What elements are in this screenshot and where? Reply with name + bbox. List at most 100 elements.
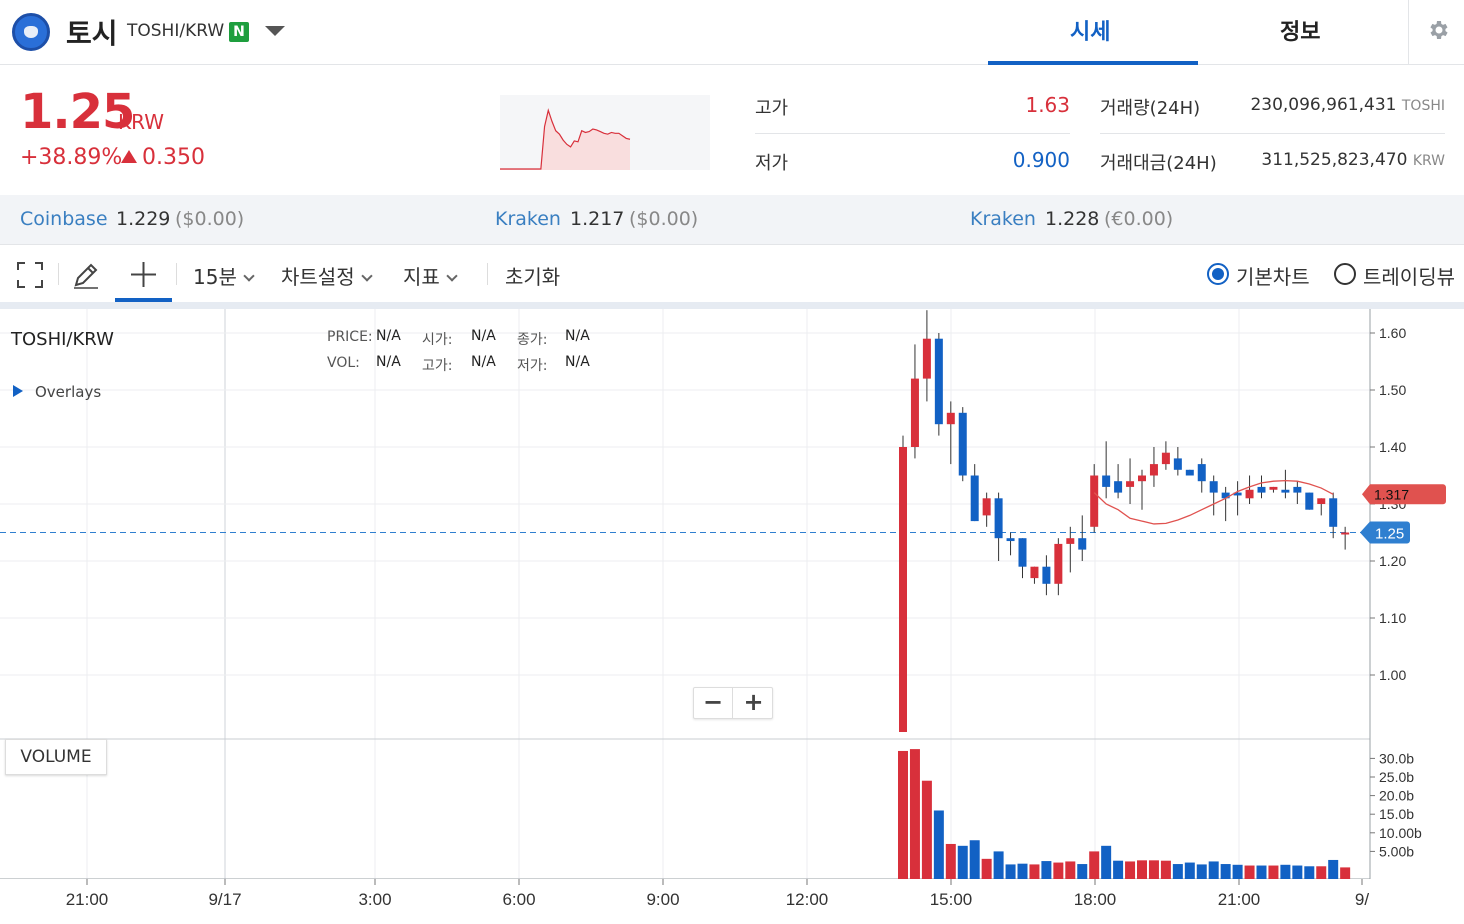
indicators-dropdown[interactable]: 지표	[403, 261, 458, 290]
time-tick-label: 15:00	[930, 890, 973, 909]
volume-bar	[1089, 851, 1100, 879]
volume-tick-label: 15.0b	[1379, 806, 1414, 822]
coin-dropdown-icon[interactable]	[265, 26, 285, 36]
exchange-name[interactable]: Kraken	[970, 208, 1036, 230]
mini-area	[500, 110, 630, 170]
time-tick-label: 6:00	[502, 890, 535, 909]
volume-bar	[945, 843, 956, 879]
volume-label: 거래량(24H)	[1100, 98, 1201, 119]
reset-button[interactable]: 초기화	[505, 261, 560, 290]
exchange-name[interactable]: Kraken	[495, 208, 561, 230]
candlestick-chart[interactable]: 1.601.501.401.301.201.101.0030.0b25.0b20…	[0, 309, 1464, 924]
volume-bar	[1256, 865, 1267, 879]
price-tick-label: 1.20	[1379, 553, 1406, 569]
candle-body	[1114, 481, 1123, 493]
legend-open-value: N/A	[471, 328, 496, 344]
exchange-name[interactable]: Coinbase	[20, 208, 108, 230]
high-label: 고가	[755, 98, 789, 119]
candle-body	[1329, 498, 1338, 527]
interval-dropdown[interactable]: 15분	[193, 261, 255, 290]
chart-canvas[interactable]: 1.601.501.401.301.201.101.0030.0b25.0b20…	[0, 309, 1464, 924]
candle-body	[1269, 486, 1278, 490]
candle-body	[946, 412, 955, 425]
candle-body	[1066, 538, 1075, 544]
zoom-out-button[interactable]: −	[694, 688, 733, 718]
mini-chart	[500, 95, 710, 170]
volume-bar	[921, 780, 932, 879]
candle-body	[1090, 475, 1099, 527]
crosshair-icon[interactable]	[130, 261, 157, 288]
volume-bar	[969, 840, 980, 879]
candle-body	[1102, 475, 1111, 487]
volume-bar	[1137, 860, 1147, 879]
fullscreen-icon[interactable]	[17, 262, 43, 288]
price-tick-label: 1.40	[1379, 439, 1406, 455]
candle-body	[1042, 566, 1051, 584]
legend-high-label: 고가:	[422, 358, 453, 374]
low-value: 0.900	[1012, 148, 1070, 172]
volume-bar	[1316, 866, 1327, 879]
candle-body	[1281, 489, 1290, 493]
up-arrow-icon	[121, 150, 137, 163]
pencil-icon[interactable]	[72, 261, 100, 289]
exchange-price: 1.228	[1045, 208, 1100, 230]
volume-bar	[1113, 860, 1124, 879]
legend-price-label: PRICE:	[327, 329, 373, 345]
volume-bar	[1340, 867, 1351, 879]
candle-body	[1305, 492, 1314, 510]
legend-vol-label: VOL:	[327, 355, 360, 371]
tab-price[interactable]: 시세	[1070, 14, 1110, 46]
volume-bar	[1101, 845, 1112, 879]
volume-bar	[1077, 864, 1088, 879]
radio-tradingview[interactable]	[1334, 263, 1356, 285]
volume-bar	[1065, 861, 1076, 879]
tradingview-label[interactable]: 트레이딩뷰	[1363, 261, 1455, 290]
candle-body	[1317, 498, 1326, 504]
chevron-down-icon	[446, 270, 458, 282]
volume-value: 230,096,961,431 TOSHI	[1250, 95, 1445, 115]
settings-button[interactable]	[1408, 0, 1464, 64]
basic-chart-label[interactable]: 기본차트	[1236, 261, 1310, 290]
toolbar-divider	[487, 263, 488, 285]
mini-price-line	[500, 108, 631, 170]
volume-bar	[1268, 865, 1279, 879]
candle-body	[994, 498, 1003, 539]
chart-settings-dropdown[interactable]: 차트설정	[281, 261, 373, 290]
volume-tick-label: 10.00b	[1379, 825, 1422, 841]
stat-divider	[1100, 133, 1445, 134]
volume-tick-label: 5.00b	[1379, 843, 1414, 859]
new-badge: N	[229, 22, 249, 42]
volume-tick-label: 30.0b	[1379, 750, 1414, 766]
change-percent: +38.89%	[20, 145, 123, 170]
exchange-price: 1.229	[116, 208, 171, 230]
current-price-text: 1.25	[1375, 526, 1404, 543]
volume-bar	[1184, 862, 1195, 879]
volume-bar	[1220, 864, 1231, 879]
tab-info[interactable]: 정보	[1280, 14, 1320, 46]
gear-icon	[1430, 21, 1448, 39]
candle-body	[1293, 486, 1302, 493]
candle-body	[1209, 481, 1218, 493]
zoom-in-button[interactable]: +	[734, 688, 773, 718]
radio-basic-chart[interactable]	[1207, 263, 1229, 285]
volume-bar	[909, 749, 920, 879]
candle-body	[1126, 481, 1135, 487]
legend-vol-value: N/A	[376, 354, 401, 370]
section-divider	[0, 302, 1464, 309]
volume-tick-label: 20.0b	[1379, 788, 1414, 804]
change-absolute: 0.350	[142, 145, 205, 170]
top-header: 토시 TOSHI/KRW N 시세 정보	[0, 0, 1464, 65]
overlays-expand-icon[interactable]	[13, 385, 23, 397]
volume-bar	[1280, 864, 1291, 879]
volume-bar	[1053, 862, 1064, 879]
time-tick-label: 3:00	[358, 890, 391, 909]
legend-low-value: N/A	[565, 354, 590, 370]
volume-bar	[933, 810, 944, 879]
overlays-toggle[interactable]: Overlays	[35, 383, 101, 401]
candle-body	[1030, 566, 1039, 579]
low-label: 저가	[755, 153, 789, 174]
volume-bar	[1196, 864, 1207, 879]
volume-bar	[1328, 859, 1339, 879]
volume-bar	[1232, 864, 1243, 879]
candle-body	[934, 338, 943, 425]
